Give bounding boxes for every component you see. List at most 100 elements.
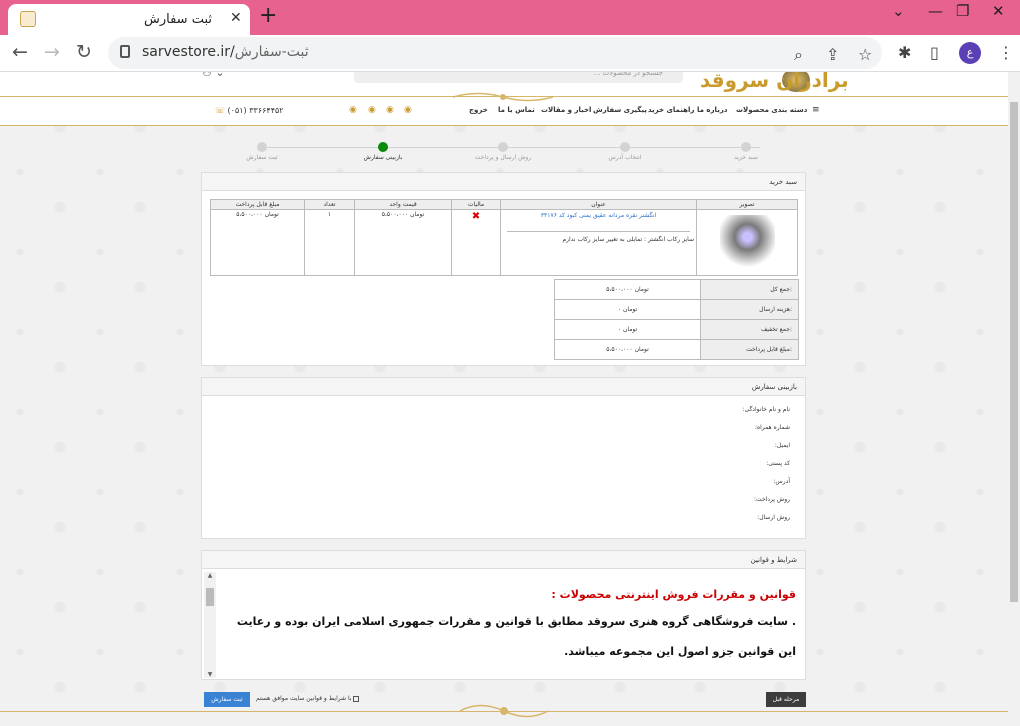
brand-name[interactable]: برادران سروقد (700, 72, 849, 92)
back-icon[interactable]: ← (12, 41, 28, 63)
whatsapp-icon[interactable]: ◉ (404, 105, 412, 115)
agree-checkbox[interactable] (353, 695, 360, 702)
site-search-input[interactable]: جستجو در محصولات ... (354, 72, 683, 83)
cart-table: مبلغ قابل پرداخت تعداد قیمت واحد مالیات … (210, 199, 798, 276)
telegram-icon[interactable]: ◉ (386, 105, 394, 115)
summary-label: مبلغ قابل پرداخت: (700, 339, 799, 360)
col-tax: مالیات (451, 199, 501, 210)
site-header: برادران سروقد جستجو در محصولات ... ⚇ ⌄ د… (0, 72, 1008, 126)
menu-icon[interactable]: ⋮ (998, 43, 1014, 62)
reload-icon[interactable]: ↻ (76, 41, 92, 63)
step-shipping[interactable]: روش ارسال و پرداخت (475, 154, 531, 161)
forward-icon[interactable]: → (44, 41, 60, 63)
instagram-icon[interactable]: ◉ (368, 105, 376, 115)
table-row: ۵،۵۰۰،۰۰۰ تومان ۱ ۵،۵۰۰،۰۰۰ تومان ✖ انگش… (210, 209, 798, 276)
nav-tracking[interactable]: پیگیری سفارش (593, 106, 647, 114)
aparat-icon[interactable]: ◉ (349, 105, 357, 115)
summary-label: جمع کل: (700, 279, 799, 300)
line-total: ۵،۵۰۰،۰۰۰ تومان (210, 209, 305, 276)
col-unit-price: قیمت واحد (354, 199, 452, 210)
product-divider (507, 231, 690, 232)
scroll-up-icon[interactable]: ▲ (204, 572, 216, 579)
tab-bar: ثبت سفارش ✕ + ⌄ — ❐ ✕ (0, 0, 1020, 35)
minimize-icon[interactable]: — (928, 2, 943, 20)
restore-icon[interactable]: ❐ (956, 2, 969, 20)
table-row: ۵،۵۰۰،۰۰۰ تومان جمع کل: (554, 279, 799, 300)
step-review: بازبینی سفارش (363, 154, 403, 161)
scroll-down-icon[interactable]: ▼ (204, 671, 216, 678)
terms-scrollbar[interactable]: ▲ ▼ (204, 572, 216, 678)
terms-scroll-thumb[interactable] (206, 588, 214, 606)
prev-step-button[interactable]: مرحله قبل (766, 692, 806, 707)
step-submit: ثبت سفارش (246, 154, 278, 161)
nav-news[interactable]: اخبار و مقالات (541, 106, 591, 114)
step-cart[interactable]: سبد خرید (734, 154, 758, 161)
step-address[interactable]: انتخاب آدرس (609, 154, 642, 161)
ring-image[interactable] (719, 215, 775, 270)
review-field-shipping: روش ارسال: (757, 514, 790, 521)
summary-label: هزینه ارسال: (700, 299, 799, 320)
cart-header-row: مبلغ قابل پرداخت تعداد قیمت واحد مالیات … (210, 199, 798, 210)
browser-tab[interactable]: ثبت سفارش ✕ (8, 4, 250, 35)
nav-guide[interactable]: راهنمای خرید (648, 106, 694, 114)
zoom-icon[interactable]: ⌕ (794, 45, 803, 65)
table-row: ۰ تومان جمع تخفیف: (554, 319, 799, 340)
product-title[interactable]: انگشتر نقره مردانه عقیق یمنی کبود کد ۳۴۱… (503, 212, 694, 219)
tab-search-icon[interactable]: ⌄ (892, 2, 905, 20)
product-info: انگشتر نقره مردانه عقیق یمنی کبود کد ۳۴۱… (500, 209, 697, 276)
close-tab-icon[interactable]: ✕ (230, 10, 242, 26)
step-dot-review (378, 142, 388, 152)
new-tab-icon[interactable]: + (259, 3, 277, 28)
address-bar[interactable]: sarvestore.ir/ثبت-سفارش ⌕ ⇪ ☆ (108, 37, 882, 69)
terms-panel-title: شرایط و قوانین (202, 551, 805, 569)
page-scrollbar[interactable] (1008, 72, 1020, 726)
review-field-name: نام و نام خانوادگی: (742, 406, 790, 413)
summary-table: ۵،۵۰۰،۰۰۰ تومان جمع کل: ۰ تومان هزینه ارسا… (554, 279, 799, 360)
checkout-steps: سبد خرید انتخاب آدرس روش ارسال و پرداخت … (200, 142, 810, 162)
agree-terms[interactable]: با شرایط و قوانین سایت موافق هستم (256, 695, 360, 702)
share-icon[interactable]: ⇪ (826, 45, 839, 64)
user-account-icon[interactable]: ⚇ ⌄ (202, 72, 225, 79)
page-viewport: برادران سروقد جستجو در محصولات ... ⚇ ⌄ د… (0, 72, 1008, 726)
nav-contact[interactable]: تماس با ما (498, 106, 535, 114)
page-scroll-thumb[interactable] (1010, 102, 1018, 602)
step-dot-cart (741, 142, 751, 152)
terms-heading: قوانین و مقررات فروش اینترنتی محصولات : (551, 588, 796, 601)
remove-item-icon[interactable]: ✖ (451, 209, 501, 276)
side-panel-icon[interactable]: ▯ (930, 43, 939, 62)
footer-actions: مرحله قبل ثبت سفارش با شرایط و قوانین سا… (0, 680, 1008, 726)
url-text: sarvestore.ir/ثبت-سفارش (142, 44, 309, 60)
window-close-icon[interactable]: ✕ (992, 2, 1005, 20)
table-row: ۰ تومان هزینه ارسال: (554, 299, 799, 320)
nav-about[interactable]: درباره ما (697, 106, 727, 114)
browser-toolbar: ← → ↻ sarvestore.ir/ثبت-سفارش ⌕ ⇪ ☆ ✱ ▯ … (0, 35, 1020, 72)
review-fields: نام و نام خانوادگی: شماره همراه: ایمیل: … (202, 396, 805, 526)
terms-body: . سایت فروشگاهی گروه هنری سروقد مطابق با… (236, 615, 796, 658)
hamburger-icon[interactable]: ≡ (812, 105, 820, 115)
summary-value: ۵،۵۰۰،۰۰۰ تومان (554, 339, 701, 360)
col-line-total: مبلغ قابل پرداخت (210, 199, 305, 210)
step-dot-shipping (498, 142, 508, 152)
col-title: عنوان (500, 199, 697, 210)
phone-number[interactable]: ☏ (۰۵۱) ۳۳۶۶۴۴۵۲ (215, 106, 284, 115)
terms-content[interactable]: قوانین و مقررات فروش اینترنتی محصولات : … (218, 572, 802, 678)
cart-panel-title: سبد خرید (202, 173, 805, 191)
nav-logout[interactable]: خروج (469, 106, 488, 114)
cart-panel: سبد خرید مبلغ قابل پرداخت تعداد قیمت واح… (201, 172, 806, 366)
summary-value: ۰ تومان (554, 319, 701, 340)
chevron-down-icon: ⌄ (737, 105, 745, 115)
product-image (696, 209, 798, 276)
table-row: ۵،۵۰۰،۰۰۰ تومان مبلغ قابل پرداخت: (554, 339, 799, 360)
summary-value: ۵،۵۰۰،۰۰۰ تومان (554, 279, 701, 300)
nav-categories[interactable]: دسته بندی محصولات (736, 106, 807, 114)
submit-order-button[interactable]: ثبت سفارش (204, 692, 250, 707)
star-icon[interactable]: ☆ (858, 45, 872, 64)
review-panel-title: بازبینی سفارش (202, 378, 805, 396)
review-field-postal: کد پستی: (766, 460, 790, 467)
terms-panel: شرایط و قوانین ▲ ▼ قوانین و مقررات فروش … (201, 550, 806, 680)
steps-line (260, 147, 760, 148)
step-dot-submit (257, 142, 267, 152)
extensions-icon[interactable]: ✱ (898, 43, 911, 62)
profile-avatar[interactable]: ع (959, 42, 981, 64)
review-field-address: آدرس: (773, 478, 790, 485)
